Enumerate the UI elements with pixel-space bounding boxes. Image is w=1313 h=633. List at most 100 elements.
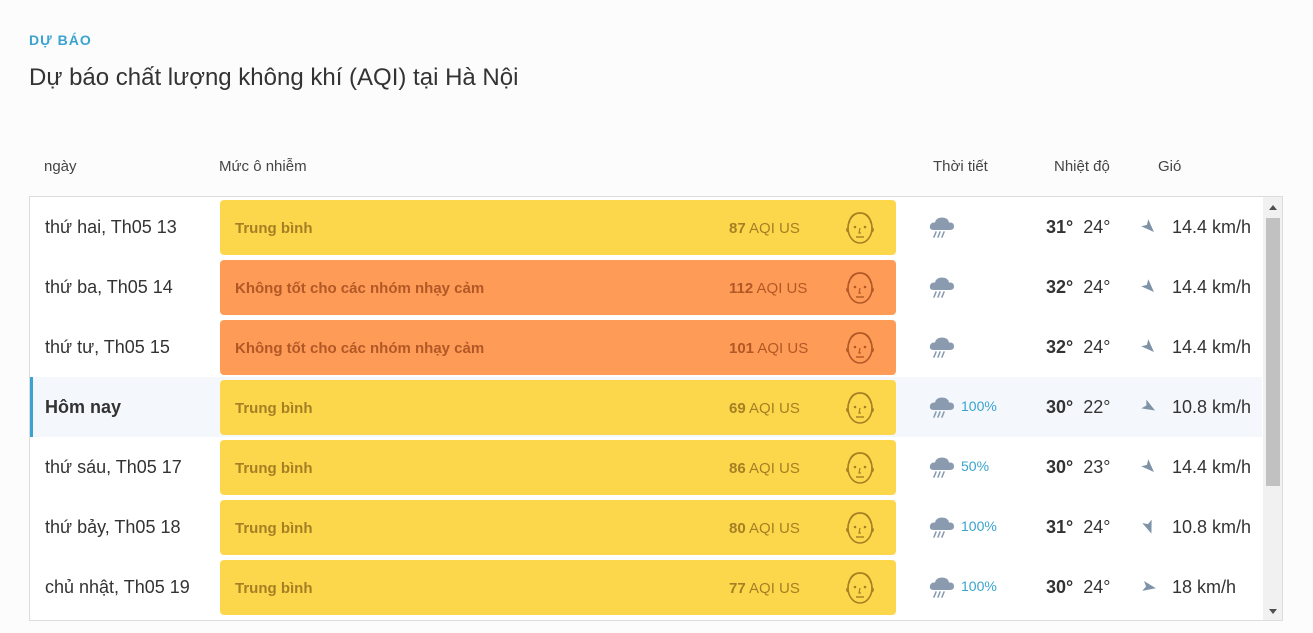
wind-direction-icon — [1141, 279, 1157, 295]
temp-high: 30° — [1046, 397, 1074, 417]
aqi-value: 86 AQI US — [729, 460, 800, 477]
moderate-face-icon — [845, 208, 875, 246]
scrollbar[interactable] — [1263, 197, 1282, 620]
temp-low: 24° — [1083, 577, 1111, 597]
wind-direction-icon — [1141, 519, 1157, 535]
column-header-wind: Gió — [1158, 158, 1182, 175]
temp-high: 32° — [1046, 277, 1074, 297]
rain-cloud-icon — [928, 216, 956, 240]
temperature: 32° 24° — [1046, 337, 1110, 358]
temp-low: 23° — [1083, 457, 1111, 477]
aqi-value: 101 AQI US — [729, 340, 808, 357]
section-label: DỰ BÁO — [29, 32, 92, 48]
wind-speed: 14.4 km/h — [1172, 277, 1252, 297]
aqi-value: 69 AQI US — [729, 400, 800, 417]
forecast-row[interactable]: thứ ba, Th05 14 Không tốt cho các nhóm nh… — [30, 257, 1262, 317]
scroll-thumb[interactable] — [1266, 218, 1280, 486]
aqi-bar: Trung bình 69 AQI US — [220, 380, 896, 435]
forecast-date: thứ bảy, Th05 18 — [45, 517, 181, 537]
aqi-unit: AQI US — [749, 400, 800, 417]
aqi-value: 80 AQI US — [729, 520, 800, 537]
forecast-row[interactable]: thứ tư, Th05 15 Không tốt cho các nhóm nh… — [30, 317, 1262, 377]
temp-low: 24° — [1083, 277, 1111, 297]
aqi-number: 87 — [729, 220, 746, 237]
rain-cloud-icon — [928, 576, 956, 600]
temp-low: 24° — [1083, 337, 1111, 357]
aqi-number: 80 — [729, 520, 746, 537]
wind-speed: 10.8 km/h — [1172, 397, 1252, 417]
forecast-date: thứ hai, Th05 13 — [45, 217, 177, 237]
aqi-number: 112 — [729, 280, 754, 297]
page-title: Dự báo chất lượng không khí (AQI) tại Hà… — [29, 64, 519, 91]
moderate-face-icon — [845, 508, 875, 546]
temperature: 31° 24° — [1046, 517, 1110, 538]
rain-cloud-icon — [928, 396, 956, 420]
aqi-number: 101 — [729, 340, 755, 357]
rain-cloud-icon — [928, 336, 956, 360]
forecast-row[interactable]: thứ bảy, Th05 18 Trung bình 80 AQI US 100% 3… — [30, 497, 1262, 557]
aqi-status: Trung bình — [235, 460, 313, 477]
scroll-up-arrow-icon[interactable] — [1263, 199, 1282, 216]
aqi-value: 112 AQI US — [729, 280, 807, 297]
forecast-date: thứ tư, Th05 15 — [45, 337, 170, 357]
wind-direction-icon — [1141, 339, 1157, 355]
aqi-value: 77 AQI US — [729, 580, 800, 597]
wind-speed: 10.8 km/h — [1172, 517, 1252, 537]
temp-high: 30° — [1046, 457, 1074, 477]
aqi-bar: Không tốt cho các nhóm nhạy cảm 101 AQI U… — [220, 320, 896, 375]
wind-speed: 14.4 km/h — [1172, 337, 1252, 357]
forecast-date: Hôm nay — [45, 397, 122, 417]
aqi-number: 86 — [729, 460, 746, 477]
scroll-down-arrow-icon[interactable] — [1263, 603, 1282, 620]
temp-low: 22° — [1083, 397, 1111, 417]
column-header-weather: Thời tiết — [933, 158, 988, 175]
aqi-bar: Không tốt cho các nhóm nhạy cảm 112 AQI U… — [220, 260, 896, 315]
moderate-face-icon — [845, 388, 875, 426]
temp-high: 31° — [1046, 217, 1074, 237]
wind-speed: 18 km/h — [1172, 577, 1237, 597]
aqi-status: Không tốt cho các nhóm nhạy cảm — [235, 340, 485, 357]
aqi-unit: AQI US — [749, 520, 800, 537]
wind-direction-icon — [1141, 219, 1157, 235]
forecast-row[interactable]: thứ hai, Th05 13 Trung bình 87 AQI US 31° 2… — [30, 197, 1262, 257]
forecast-row-today[interactable]: Hôm nay Trung bình 69 AQI US 100% 30° 22° 10.… — [30, 377, 1262, 437]
temp-high: 30° — [1046, 577, 1074, 597]
temperature: 32° 24° — [1046, 277, 1110, 298]
aqi-number: 69 — [729, 400, 746, 417]
rain-chance: 100% — [961, 578, 997, 594]
aqi-bar: Trung bình 86 AQI US — [220, 440, 896, 495]
aqi-unit: AQI US — [749, 220, 800, 237]
aqi-status: Trung bình — [235, 400, 313, 417]
wind-direction-icon — [1141, 399, 1157, 415]
temperature: 30° 23° — [1046, 457, 1110, 478]
forecast-row[interactable]: thứ sáu, Th05 17 Trung bình 86 AQI US 50% 30… — [30, 437, 1262, 497]
rain-cloud-icon — [928, 516, 956, 540]
aqi-unit: AQI US — [756, 280, 808, 297]
aqi-number: 77 — [729, 580, 746, 597]
aqi-bar: Trung bình 87 AQI US — [220, 200, 896, 255]
aqi-bar: Trung bình 80 AQI US — [220, 500, 896, 555]
aqi-value: 87 AQI US — [729, 220, 800, 237]
temperature: 30° 22° — [1046, 397, 1110, 418]
rain-chance: 100% — [961, 518, 997, 534]
today-indicator — [30, 377, 33, 437]
temperature: 30° 24° — [1046, 577, 1110, 598]
column-header-pollution: Mức ô nhiễm — [219, 158, 307, 175]
forecast-date: thứ sáu, Th05 17 — [45, 457, 182, 477]
wind-speed: 14.4 km/h — [1172, 217, 1252, 237]
forecast-table: thứ hai, Th05 13 Trung bình 87 AQI US 31° 2… — [29, 196, 1283, 621]
column-header-day: ngày — [44, 158, 77, 175]
temp-high: 32° — [1046, 337, 1074, 357]
aqi-unit: AQI US — [749, 460, 800, 477]
forecast-row[interactable]: chủ nhật, Th05 19 Trung bình 77 AQI US 100%… — [30, 557, 1262, 617]
forecast-date: thứ ba, Th05 14 — [45, 277, 173, 297]
wind-direction-icon — [1141, 459, 1157, 475]
sensitive-face-icon — [845, 328, 875, 366]
rain-chance: 50% — [961, 458, 990, 474]
aqi-unit: AQI US — [749, 580, 800, 597]
sensitive-face-icon — [845, 268, 875, 306]
rain-chance: 100% — [961, 398, 997, 414]
forecast-date: chủ nhật, Th05 19 — [45, 577, 190, 597]
aqi-status: Không tốt cho các nhóm nhạy cảm — [235, 280, 485, 297]
aqi-bar: Trung bình 77 AQI US — [220, 560, 896, 615]
